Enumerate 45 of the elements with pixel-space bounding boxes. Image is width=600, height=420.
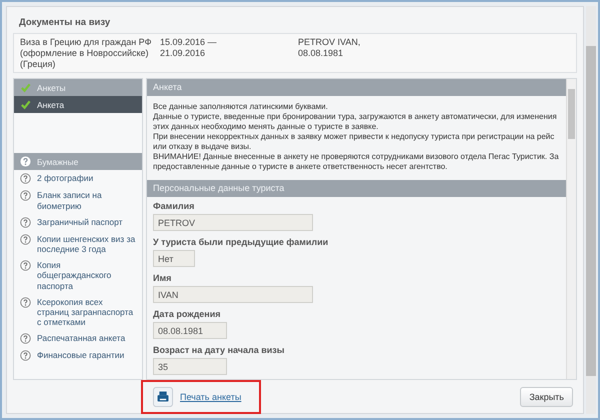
field-label: Возраст на дату начала визы xyxy=(153,345,284,356)
field-label: Имя xyxy=(153,273,172,284)
item-label: Распечатанная анкета xyxy=(37,333,126,344)
sidebar-item[interactable]: Заграничный паспорт xyxy=(14,214,142,231)
sidebar-item[interactable]: Ксерокопия всех страниц загранпаспорта с отметками xyxy=(14,294,142,330)
sidebar-item[interactable]: Финансовые гарантии xyxy=(14,347,142,364)
input-field[interactable]: PETROV xyxy=(153,214,313,232)
group-title: Бумажные xyxy=(37,156,78,167)
item-label: Ксерокопия всех страниц загранпаспорта с отметками xyxy=(37,296,134,328)
item-label: Заграничный паспорт xyxy=(37,216,123,227)
note-text: Все данные заполняются латинскими буквами. xyxy=(153,102,329,112)
printer-icon xyxy=(153,387,173,408)
note-text: ВНИМАНИЕ! Данные внесенные в анкету не проверяются сотрудниками визового отдела Пегас Туристик. За предоставленные данные о туристе в анкете ответственность несет агентство. xyxy=(153,152,560,172)
visa-dates: 15.09.2016 — 21.09.2016 xyxy=(160,37,218,60)
field-label: Дата рождения xyxy=(153,309,221,320)
item-label: Копии шенгенских виз за последние 3 года xyxy=(37,234,136,254)
item-label: Анкета xyxy=(37,100,64,110)
sidebar-item[interactable]: Копии шенгенских виз за последние 3 года xyxy=(14,230,142,258)
close-button[interactable]: Закрыть xyxy=(520,387,573,408)
dialog-title: Документы на визу xyxy=(18,16,112,30)
note-text: Данные о туристе, введенные при бронировании тура, загружаются в анкету автоматически, для изменения этих данных необходимо менять данные о туристе в заявке. xyxy=(153,112,558,132)
item-label: 2 фотографии xyxy=(37,173,94,184)
field-label: У туриста были предыдущие фамилии xyxy=(153,237,328,248)
input-field[interactable]: IVAN xyxy=(153,286,313,304)
section-header: Персональные данные туриста xyxy=(147,180,566,198)
item-label: Финансовые гарантии xyxy=(37,350,124,360)
field-label: Фамилия xyxy=(153,201,194,212)
sidebar-item[interactable]: Распечатанная анкета xyxy=(14,330,142,348)
scrollbar[interactable] xyxy=(566,79,576,380)
item-label: Копия общегражданского паспорта xyxy=(37,260,112,291)
input-field[interactable]: 35 xyxy=(153,358,227,376)
sidebar-item[interactable]: Анкета xyxy=(14,96,142,114)
note-text: При внесении некорректных данных в заявку может привести к недопуску туриста при регистрации на рейс или отказу в выдаче визы. xyxy=(153,132,556,152)
sidebar-item[interactable]: Бланк записи на биометрию xyxy=(14,187,142,214)
form-header: Анкета xyxy=(147,79,566,96)
input-field[interactable]: Нет xyxy=(153,250,195,268)
input-field[interactable]: 08.08.1981 xyxy=(153,322,227,340)
sidebar-item[interactable]: 2 фотографии xyxy=(14,170,142,188)
visa-name: Виза в Грецию для граждан РФ (оформление в Новроссийске) (Греция) xyxy=(20,37,152,70)
group-title: Анкеты xyxy=(37,82,66,93)
sidebar-item[interactable]: Копия общегражданского паспорта xyxy=(14,257,142,294)
scrollbar[interactable] xyxy=(586,6,596,414)
tourist-info: PETROV IVAN, 08.08.1981 xyxy=(298,37,362,60)
item-label: Бланк записи на биометрию xyxy=(37,190,103,211)
print-link[interactable]: Печать анкеты xyxy=(180,392,242,402)
